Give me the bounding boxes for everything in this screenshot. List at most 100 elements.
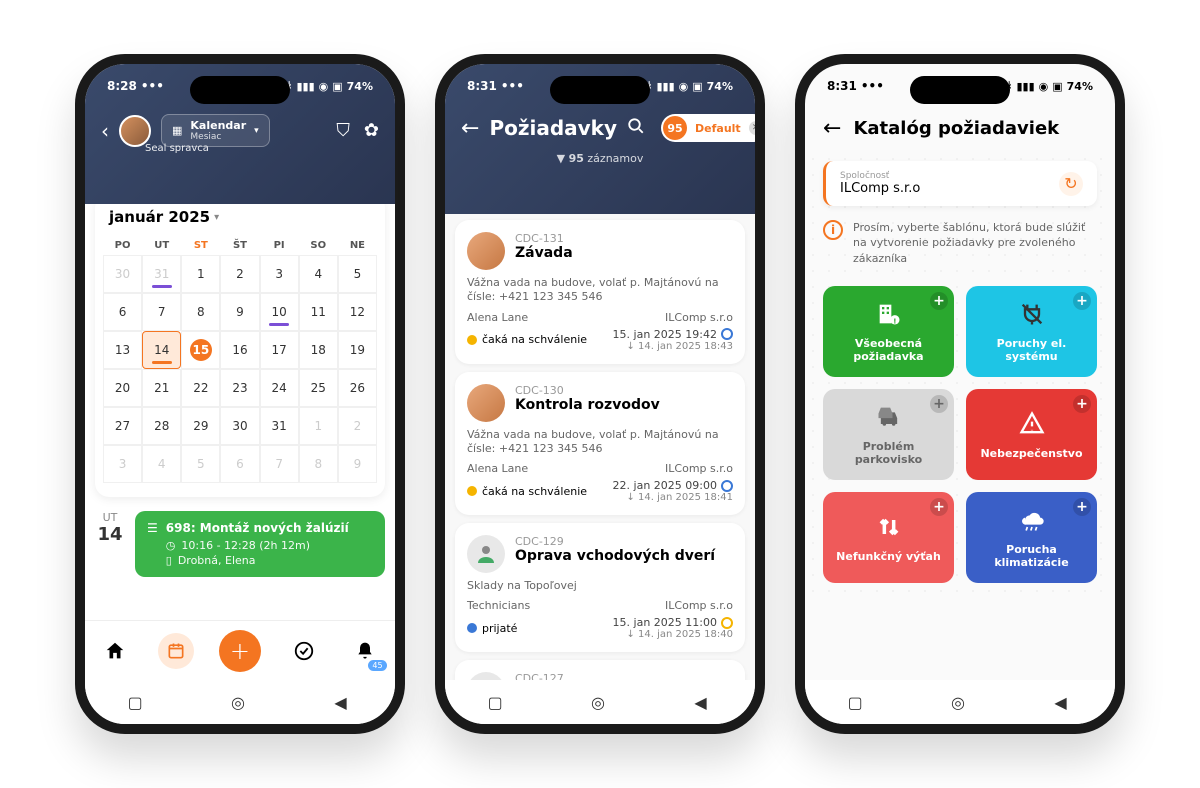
funnel-icon: ▼ [557, 152, 565, 165]
request-desc: Sklady na Topoľovej [467, 579, 733, 593]
calendar-day[interactable]: 30 [220, 407, 259, 445]
calendar-day[interactable]: 8 [181, 293, 220, 331]
calendar-day[interactable]: 30 [103, 255, 142, 293]
calendar-day[interactable]: 23 [220, 369, 259, 407]
user-avatar[interactable] [119, 115, 151, 147]
battery-level: 74% [707, 80, 733, 93]
calendar-day[interactable]: 6 [220, 445, 259, 483]
nav-back[interactable]: ◀ [694, 693, 712, 711]
month-selector[interactable]: január 2025 [103, 208, 377, 236]
nav-recent[interactable]: ▢ [848, 693, 866, 711]
calendar-day[interactable]: 31 [142, 255, 181, 293]
template-tile[interactable]: +Porucha klimatizácie [966, 492, 1097, 583]
back-icon[interactable]: ← [823, 116, 841, 141]
request-card[interactable]: CDC-130Kontrola rozvodovVážna vada na bu… [455, 372, 745, 516]
calendar-day[interactable]: 8 [299, 445, 338, 483]
nav-recent[interactable]: ▢ [488, 693, 506, 711]
calendar-day[interactable]: 3 [103, 445, 142, 483]
calendar-day[interactable]: 5 [181, 445, 220, 483]
request-list[interactable]: CDC-131ZávadaVážna vada na budove, volať… [445, 214, 755, 680]
calendar-day[interactable]: 7 [142, 293, 181, 331]
tile-add-icon[interactable]: + [1073, 292, 1091, 310]
template-tile[interactable]: +Poruchy el. systému [966, 286, 1097, 377]
calendar-day[interactable]: 1 [181, 255, 220, 293]
calendar-day[interactable]: 11 [299, 293, 338, 331]
calendar-day[interactable]: 19 [338, 331, 377, 369]
template-tile[interactable]: +Problém parkovisko [823, 389, 954, 480]
request-dates: 15. jan 2025 11:00 ↓ 14. jan 2025 18:40 [613, 616, 733, 640]
calendar-day[interactable]: 9 [220, 293, 259, 331]
calendar-day[interactable]: 25 [299, 369, 338, 407]
calendar-day[interactable]: 27 [103, 407, 142, 445]
request-desc: Vážna vada na budove, volať p. Majtánovú… [467, 428, 733, 457]
calendar-day[interactable]: 4 [142, 445, 181, 483]
signal-icon: ▮▮▮ [656, 80, 674, 93]
request-card[interactable]: CDC-129Oprava vchodových dveríSklady na … [455, 523, 745, 652]
calendar-day[interactable]: 3 [260, 255, 299, 293]
calendar-day[interactable]: 5 [338, 255, 377, 293]
tile-add-icon[interactable]: + [930, 292, 948, 310]
filter-chip[interactable]: 95 Default ✕ [661, 114, 755, 142]
refresh-icon[interactable]: ↻ [1059, 172, 1083, 196]
nav-calendar[interactable] [158, 633, 194, 669]
nav-alerts[interactable]: 45 [347, 633, 383, 669]
nav-add[interactable]: + [219, 630, 261, 672]
calendar-day[interactable]: 6 [103, 293, 142, 331]
tile-icon [1018, 506, 1046, 537]
nav-recent[interactable]: ▢ [128, 693, 146, 711]
search-icon[interactable] [627, 117, 645, 140]
calendar-day[interactable]: 31 [260, 407, 299, 445]
hint-box: i Prosím, vyberte šablónu, ktorá bude sl… [823, 220, 1097, 266]
calendar-day[interactable]: 28 [142, 407, 181, 445]
template-tile[interactable]: +Nebezpečenstvo [966, 389, 1097, 480]
calendar-day[interactable]: 20 [103, 369, 142, 407]
status-time: 8:28 [107, 79, 137, 93]
request-title: Závada [515, 245, 733, 261]
calendar-day[interactable]: 2 [220, 255, 259, 293]
calendar-day[interactable]: 29 [181, 407, 220, 445]
back-icon[interactable]: ← [461, 116, 479, 141]
calendar-day[interactable]: 4 [299, 255, 338, 293]
calendar-day[interactable]: 14 [142, 331, 181, 369]
dow-header: PO [103, 236, 142, 255]
calendar-day[interactable]: 13 [103, 331, 142, 369]
template-tile[interactable]: +Nefunkčný výťah [823, 492, 954, 583]
calendar-day[interactable]: 2 [338, 407, 377, 445]
calendar-day[interactable]: 18 [299, 331, 338, 369]
nav-back[interactable]: ◀ [334, 693, 352, 711]
request-card[interactable]: CDC-127Zaseknuté okno v spoločných pries… [455, 660, 745, 680]
template-tile[interactable]: +!Všeobecná požiadavka [823, 286, 954, 377]
settings-icon[interactable]: ✿ [364, 120, 379, 141]
calendar-day[interactable]: 22 [181, 369, 220, 407]
wifi-icon: ◉ [319, 80, 329, 93]
calendar-day[interactable]: 26 [338, 369, 377, 407]
calendar-day[interactable]: 9 [338, 445, 377, 483]
calendar-day[interactable]: 21 [142, 369, 181, 407]
request-card[interactable]: CDC-131ZávadaVážna vada na budove, volať… [455, 220, 745, 364]
back-icon[interactable]: ‹ [101, 119, 109, 143]
nav-home[interactable] [97, 633, 133, 669]
calendar-day[interactable]: 17 [260, 331, 299, 369]
nav-home-btn[interactable]: ◎ [231, 693, 249, 711]
calendar-day[interactable]: 10 [260, 293, 299, 331]
calendar-day[interactable]: 7 [260, 445, 299, 483]
calendar-day[interactable]: 12 [338, 293, 377, 331]
tile-add-icon[interactable]: + [1073, 498, 1091, 516]
wifi-icon: ◉ [679, 80, 689, 93]
nav-home-btn[interactable]: ◎ [591, 693, 609, 711]
tile-add-icon[interactable]: + [930, 395, 948, 413]
nav-home-btn[interactable]: ◎ [951, 693, 969, 711]
event-card[interactable]: ☰ 698: Montáž nových žalúzií ◷10:16 - 12… [135, 511, 385, 577]
filter-icon[interactable]: ⛉ [336, 120, 350, 141]
filter-close-icon[interactable]: ✕ [749, 121, 755, 135]
tile-add-icon[interactable]: + [930, 498, 948, 516]
nav-back[interactable]: ◀ [1054, 693, 1072, 711]
tile-add-icon[interactable]: + [1073, 395, 1091, 413]
company-selector[interactable]: Spoločnosť ILComp s.r.o ↻ [823, 161, 1097, 206]
calendar-day[interactable]: 16 [220, 331, 259, 369]
nav-tasks[interactable] [286, 633, 322, 669]
calendar-day[interactable]: 24 [260, 369, 299, 407]
dow-header: UT [142, 236, 181, 255]
calendar-day[interactable]: 15 [181, 331, 220, 369]
calendar-day[interactable]: 1 [299, 407, 338, 445]
